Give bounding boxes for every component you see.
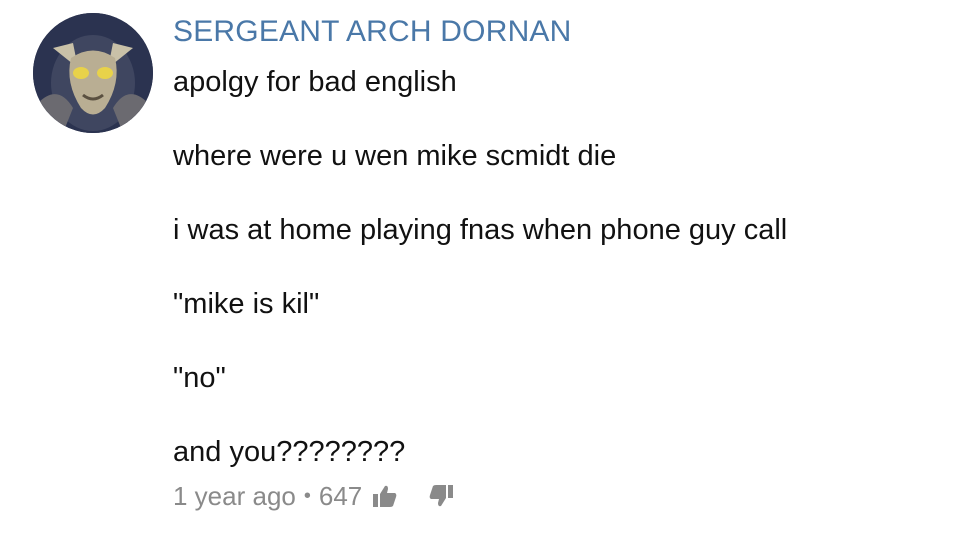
comment-line: where were u wen mike scmidt die bbox=[173, 140, 617, 172]
comment-line: and you???????? bbox=[173, 436, 406, 468]
comment-line: "no" bbox=[173, 362, 226, 394]
avatar[interactable] bbox=[33, 13, 153, 133]
comment-line: apolgy for bad english bbox=[173, 66, 457, 98]
like-count: 647 bbox=[318, 480, 363, 511]
comment-body: SERGEANT ARCH DORNAN apolgy for bad engl… bbox=[173, 12, 933, 514]
thumb-down-icon bbox=[429, 485, 454, 507]
dislike-button[interactable] bbox=[428, 484, 454, 508]
comment-meta: 1 year ago • 647 bbox=[173, 478, 933, 514]
comment-author[interactable]: SERGEANT ARCH DORNAN bbox=[173, 12, 933, 52]
comment-line: i was at home playing fnas when phone gu… bbox=[173, 214, 788, 246]
meta-separator: • bbox=[303, 484, 311, 507]
comment-timestamp[interactable]: 1 year ago bbox=[173, 481, 296, 512]
comment-card: SERGEANT ARCH DORNAN apolgy for bad engl… bbox=[0, 0, 960, 540]
thumb-up-icon bbox=[373, 485, 397, 507]
like-button[interactable] bbox=[372, 484, 398, 508]
avatar-image bbox=[33, 13, 153, 133]
comment-line: "mike is kil" bbox=[173, 288, 320, 320]
